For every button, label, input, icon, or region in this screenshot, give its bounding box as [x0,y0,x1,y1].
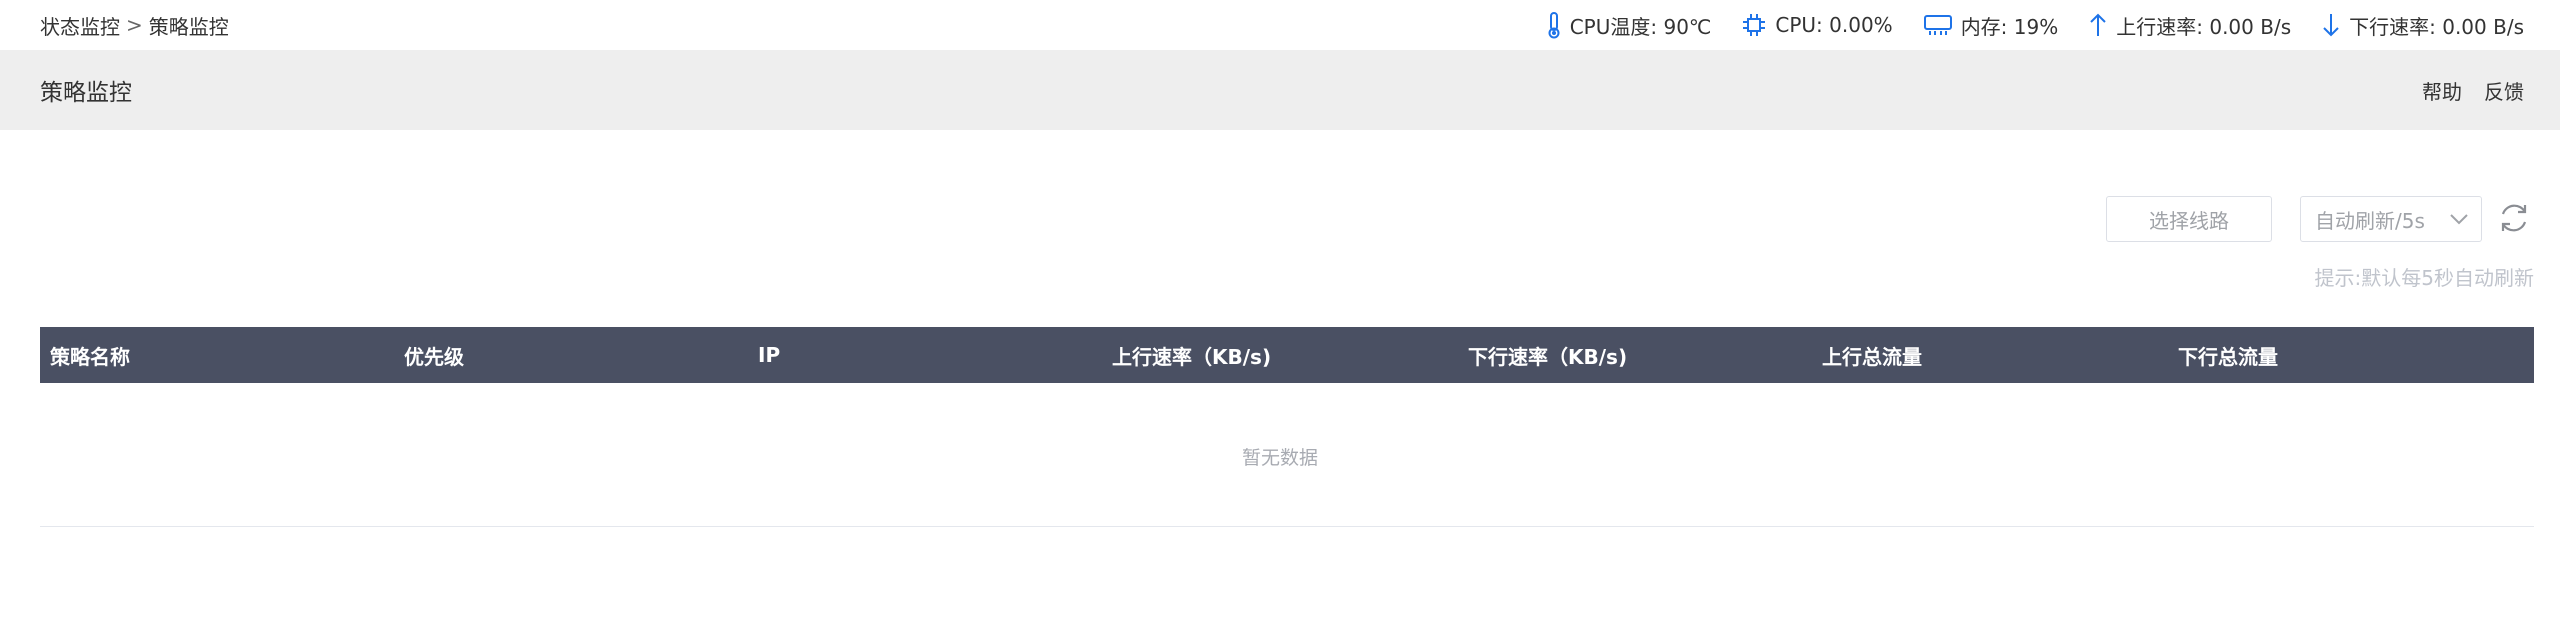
auto-refresh-hint: 提示:默认每5秒自动刷新 [2314,266,2534,290]
memory-icon [1923,15,1952,35]
memory-stat: 内存: 19% [1923,11,2059,40]
breadcrumb-parent[interactable]: 状态监控 [40,11,120,40]
cpu-temp-text: CPU温度: 90℃ [1569,14,1712,39]
auto-refresh-select[interactable]: 自动刷新/5s [2300,196,2482,242]
col-download-rate[interactable]: 下行速率（KB/s) [1468,327,1627,383]
download-rate-text: 下行速率: 0.00 B/s [2349,14,2524,39]
table-empty-text: 暂无数据 [1241,447,1318,469]
help-link[interactable]: 帮助 [2422,76,2462,105]
upload-rate-text: 上行速率: 0.00 B/s [2116,14,2292,39]
select-route-button[interactable]: 选择线路 [2106,196,2272,242]
breadcrumb-current: 策略监控 [148,14,229,39]
memory-text: 内存: 19% [1960,14,2059,39]
col-priority[interactable]: 优先级 [404,327,464,383]
cpu-temp-stat: CPU温度: 90℃ [1546,11,1712,40]
refresh-icon[interactable] [2496,200,2532,236]
top-status-bar: 状态监控 > 策略监控 CPU温度: 90℃ CPU: 0.00% 内存: 19… [0,0,2560,50]
cpu-usage-text: CPU: 0.00% [1775,13,1893,37]
thermometer-icon [1548,12,1560,39]
breadcrumb: 状态监控 > 策略监控 [40,11,229,40]
col-download-total[interactable]: 下行总流量 [2178,327,2278,383]
table-bottom-divider [40,526,2534,527]
cpu-usage-stat: CPU: 0.00% [1741,12,1893,38]
col-upload-rate[interactable]: 上行速率（KB/s) [1112,327,1271,383]
breadcrumb-separator: > [126,13,143,37]
chevron-down-icon [2450,214,2468,225]
table-header: 策略名称 优先级 IP 上行速率（KB/s) 下行速率（KB/s) 上行总流量 … [40,327,2534,383]
col-upload-total[interactable]: 上行总流量 [1822,327,1922,383]
arrow-up-icon [2090,13,2106,36]
auto-refresh-value: 自动刷新/5s [2315,208,2425,233]
title-links: 帮助 反馈 [2400,76,2524,105]
col-policy-name[interactable]: 策略名称 [50,327,130,383]
page-title-bar: 策略监控 帮助 反馈 [0,50,2560,130]
feedback-link[interactable]: 反馈 [2484,76,2524,105]
cpu-chip-icon [1743,14,1766,36]
upload-rate-stat: 上行速率: 0.00 B/s [2088,11,2291,40]
col-ip[interactable]: IP [758,327,780,383]
arrow-down-icon [2323,14,2339,37]
download-rate-stat: 下行速率: 0.00 B/s [2321,11,2524,40]
system-status: CPU温度: 90℃ CPU: 0.00% 内存: 19% 上行速率: 0.00… [1516,11,2524,40]
page-title: 策略监控 [40,80,132,106]
